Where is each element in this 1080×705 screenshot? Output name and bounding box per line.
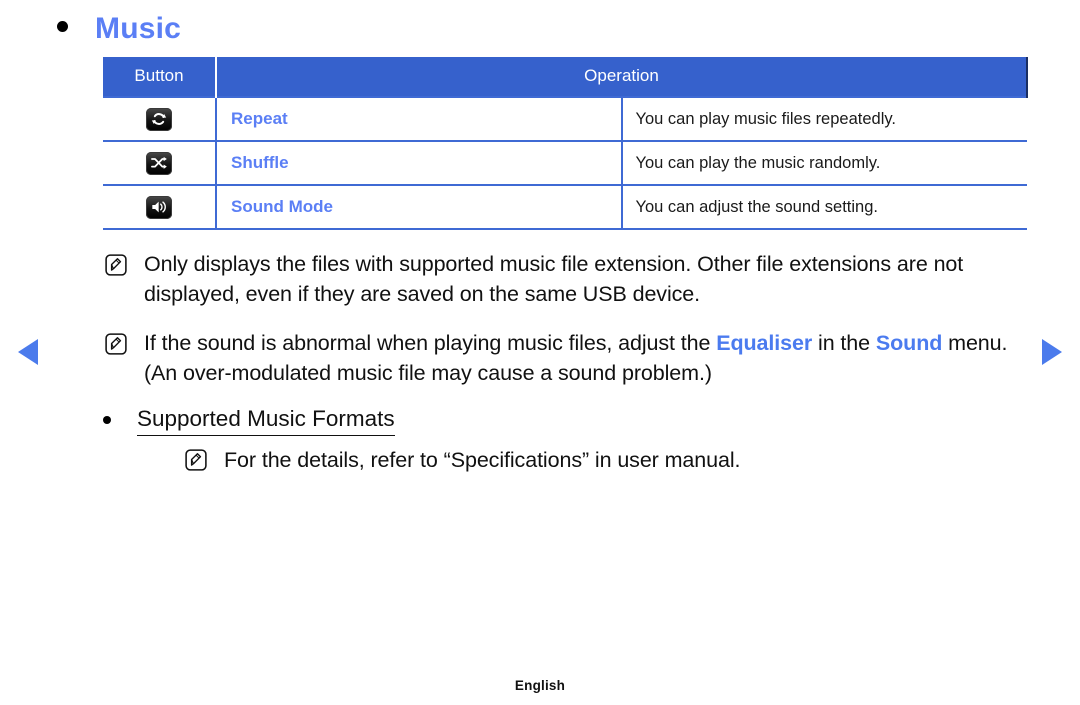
bullet-dot-icon bbox=[103, 415, 111, 424]
subsection-supported-music-formats: Supported Music Formats bbox=[103, 405, 1032, 436]
page-heading: Music bbox=[57, 12, 1032, 45]
cell-button-label: Sound Mode bbox=[216, 185, 623, 230]
note-text: If the sound is abnormal when playing mu… bbox=[144, 329, 1032, 388]
column-header-operation: Operation bbox=[216, 57, 1028, 97]
subsection-title: Supported Music Formats bbox=[137, 405, 395, 436]
table-row: Shuffle You can play the music randomly. bbox=[103, 141, 1027, 186]
cell-button-icon bbox=[103, 141, 217, 186]
cell-button-label: Repeat bbox=[216, 96, 623, 142]
table-row: Repeat You can play music files repeated… bbox=[103, 96, 1027, 142]
note-icon bbox=[105, 254, 127, 313]
cell-operation-description: You can play music files repeatedly. bbox=[621, 96, 1027, 142]
bullet-dot-icon bbox=[57, 21, 68, 32]
note-text-part2: in the bbox=[812, 331, 876, 356]
button-operation-table-wrapper: Button Operation Repeat You can play mus… bbox=[103, 57, 1028, 230]
page-title: Music bbox=[95, 12, 182, 45]
shuffle-icon bbox=[146, 151, 172, 175]
cell-button-icon bbox=[103, 185, 217, 230]
prev-page-arrow-icon[interactable] bbox=[18, 339, 38, 365]
note-text: Only displays the files with supported m… bbox=[144, 252, 964, 306]
table-header-row: Button Operation bbox=[103, 57, 1028, 97]
note-icon bbox=[185, 449, 207, 478]
column-header-button: Button bbox=[103, 57, 217, 97]
footer-language: English bbox=[514, 678, 566, 693]
subsection-note-text: For the details, refer to “Specification… bbox=[224, 447, 741, 472]
note-text-part1: If the sound is abnormal when playing mu… bbox=[144, 331, 717, 356]
keyword-sound: Sound bbox=[875, 331, 943, 356]
note-supported-extensions: Only displays the files with supported m… bbox=[105, 250, 1032, 309]
table-row: Sound Mode You can adjust the sound sett… bbox=[103, 185, 1027, 230]
keyword-equaliser: Equaliser bbox=[716, 331, 813, 356]
next-page-arrow-icon[interactable] bbox=[1042, 339, 1062, 365]
repeat-icon bbox=[146, 107, 172, 131]
cell-button-icon bbox=[103, 96, 217, 142]
note-icon bbox=[105, 333, 127, 392]
note-equaliser: If the sound is abnormal when playing mu… bbox=[105, 329, 1032, 388]
table-body: Repeat You can play music files repeated… bbox=[103, 96, 1027, 230]
subsection-note: For the details, refer to “Specification… bbox=[185, 446, 1032, 475]
table-header: Button Operation bbox=[103, 57, 1028, 97]
button-operation-table: Button Operation Repeat You can play mus… bbox=[103, 57, 1028, 230]
manual-page: Music Button Operation Repeat You can pl… bbox=[0, 0, 1080, 705]
cell-operation-description: You can adjust the sound setting. bbox=[621, 185, 1027, 230]
page-content: Music Button Operation Repeat You can pl… bbox=[57, 12, 1032, 475]
sound-mode-icon bbox=[146, 195, 172, 219]
cell-button-label: Shuffle bbox=[216, 141, 623, 186]
cell-operation-description: You can play the music randomly. bbox=[621, 141, 1027, 186]
